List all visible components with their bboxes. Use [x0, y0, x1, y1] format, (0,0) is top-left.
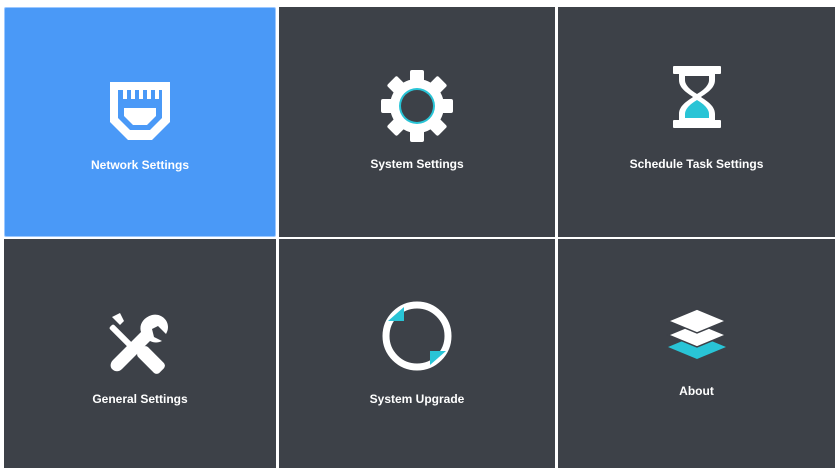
- tile-label-system-settings: System Settings: [370, 157, 464, 171]
- tile-label-network-settings: Network Settings: [90, 158, 189, 172]
- tile-label-system-upgrade: System Upgrade: [369, 392, 465, 406]
- settings-menu-grid: Network Settings System Settings Schedul…: [0, 0, 835, 468]
- tile-about[interactable]: About: [558, 239, 835, 468]
- refresh-circle-icon: [382, 301, 452, 371]
- layers-icon: [665, 308, 728, 359]
- wrench-screwdriver-icon: [109, 313, 168, 374]
- tile-label-schedule-task-settings: Schedule Task Settings: [629, 157, 764, 171]
- hourglass-icon: [672, 66, 721, 128]
- tile-schedule-task-settings[interactable]: Schedule Task Settings: [558, 7, 835, 237]
- tile-general-settings[interactable]: General Settings: [4, 239, 276, 468]
- tile-network-settings[interactable]: Network Settings: [4, 7, 276, 237]
- gear-icon: [381, 70, 453, 142]
- tile-label-general-settings: General Settings: [92, 392, 188, 406]
- tile-label-about: About: [679, 384, 714, 398]
- ethernet-port-icon: [110, 82, 170, 140]
- tile-system-settings[interactable]: System Settings: [279, 7, 555, 237]
- tile-system-upgrade[interactable]: System Upgrade: [279, 239, 555, 468]
